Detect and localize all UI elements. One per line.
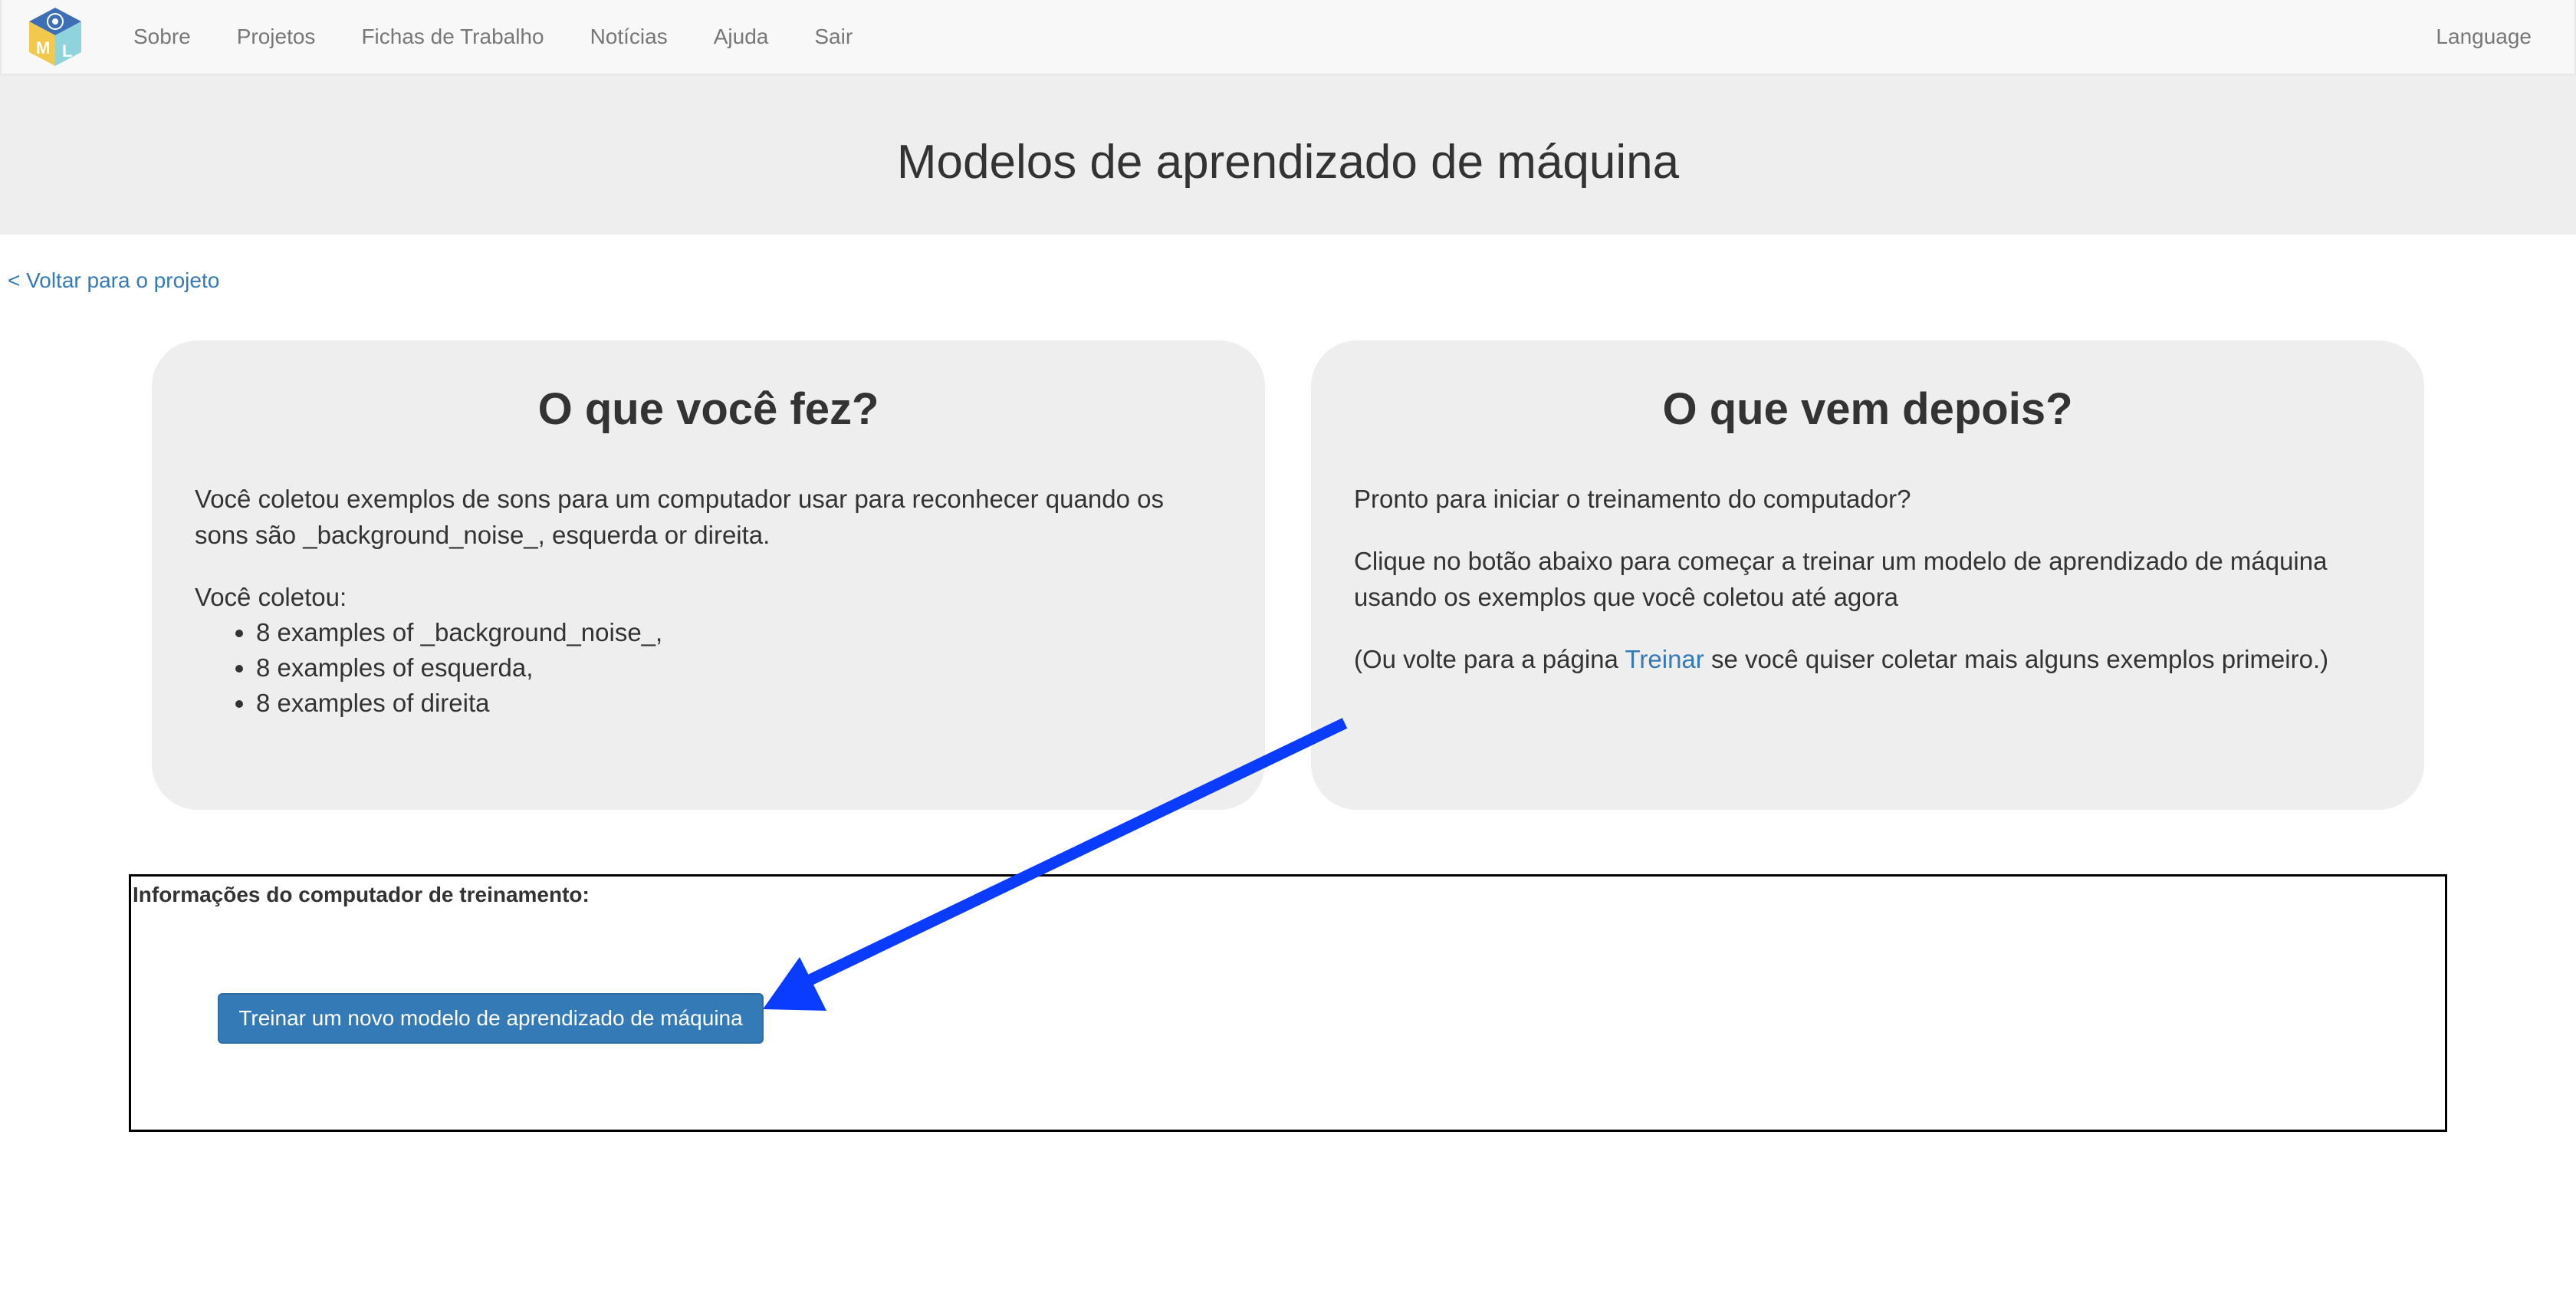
training-info-box: Informações do computador de treinamento…	[129, 874, 2447, 1132]
nav-item-sobre[interactable]: Sobre	[110, 25, 214, 49]
page-header: Modelos de aprendizado de máquina	[0, 75, 2576, 235]
go-back-hint: (Ou volte para a página Treinar se você …	[1354, 641, 2381, 677]
ready-to-train-text: Pronto para iniciar o treinamento do com…	[1354, 485, 1911, 513]
click-button-instructions: Clique no botão abaixo para começar a tr…	[1354, 547, 2328, 611]
list-item: 8 examples of direita	[256, 686, 1222, 721]
back-to-project-link[interactable]: < Voltar para o projeto	[8, 268, 219, 293]
collected-label: Você coletou:	[195, 583, 347, 611]
train-new-model-button[interactable]: Treinar um novo modelo de aprendizado de…	[218, 993, 764, 1044]
top-navbar: M L Sobre Projetos Fichas de Trabalho No…	[0, 0, 2576, 75]
language-menu[interactable]: Language	[2436, 0, 2532, 74]
nav-item-sair[interactable]: Sair	[791, 25, 876, 49]
whats-next-heading: O que vem depois?	[1662, 384, 2073, 434]
ml-cube-logo-icon[interactable]: M L	[26, 6, 84, 67]
go-back-hint-start: (Ou volte para a página	[1354, 645, 1625, 673]
nav-menu: Sobre Projetos Fichas de Trabalho Notíci…	[110, 0, 876, 74]
list-item: 8 examples of esquerda,	[256, 650, 1222, 686]
whats-next-panel: O que vem depois? Pronto para iniciar o …	[1311, 340, 2424, 810]
list-item: 8 examples of _background_noise_,	[256, 615, 1222, 650]
what-you-did-panel: O que você fez? Você coletou exemplos de…	[152, 340, 1265, 810]
nav-item-noticias[interactable]: Notícias	[567, 25, 691, 49]
page-title: Modelos de aprendizado de máquina	[896, 135, 1680, 189]
what-you-did-heading: O que você fez?	[537, 384, 879, 434]
collected-description: Você coletou exemplos de sons para um co…	[195, 485, 1164, 549]
svg-text:L: L	[62, 41, 72, 61]
go-back-hint-end: se você quiser coletar mais alguns exemp…	[1704, 645, 2329, 673]
svg-text:M: M	[36, 38, 50, 58]
nav-item-ajuda[interactable]: Ajuda	[691, 25, 792, 49]
collected-list: 8 examples of _background_noise_, 8 exam…	[195, 615, 1222, 721]
training-info-label: Informações do computador de treinamento…	[133, 883, 590, 906]
nav-item-projetos[interactable]: Projetos	[214, 25, 339, 49]
nav-item-fichas[interactable]: Fichas de Trabalho	[338, 25, 567, 49]
train-page-link[interactable]: Treinar	[1625, 645, 1704, 673]
